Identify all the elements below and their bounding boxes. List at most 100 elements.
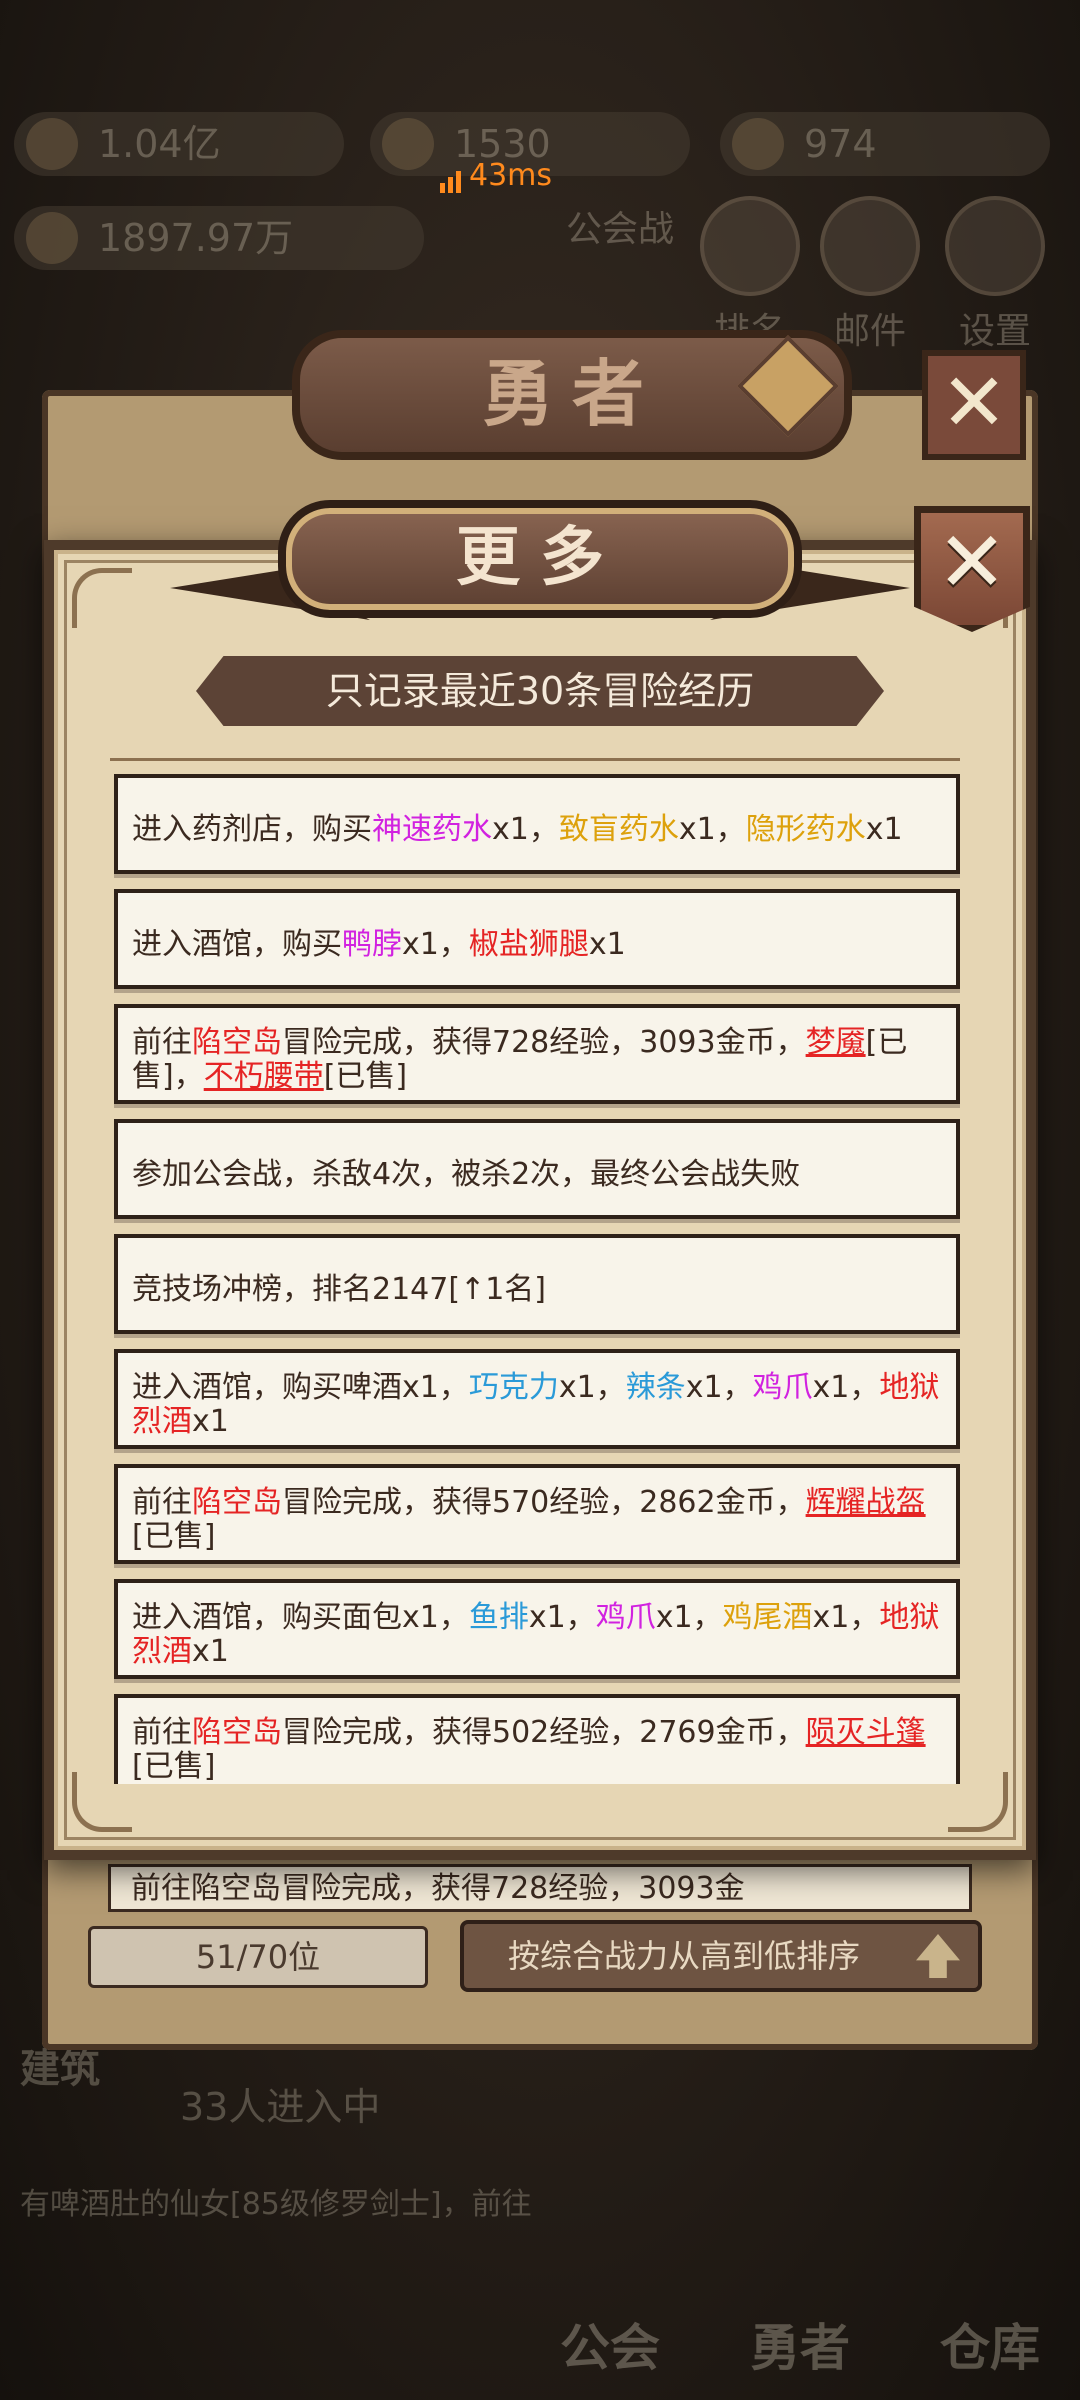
highlighted-item-name: 鱼排: [468, 1600, 529, 1635]
hero-panel-close-button[interactable]: ✕: [922, 350, 1026, 460]
corner-ornament: [72, 568, 132, 628]
log-entry-text: 进入药剂店，购买神速药水x1，致盲药水x1，隐形药水x1: [132, 813, 942, 847]
signal-bars-icon: [440, 171, 461, 193]
log-text-segment: 进入酒馆，购买面包x1，: [132, 1600, 469, 1635]
arrow-up-icon: [916, 1934, 960, 1978]
log-entry-text: 前往陷空岛冒险完成，获得502经验，2769金币，陨灭斗篷 [已售]: [132, 1716, 942, 1784]
log-text-segment: x1，: [678, 812, 746, 847]
nav-warehouse[interactable]: 仓库: [940, 2308, 1040, 2380]
log-text-segment: x1: [192, 1634, 229, 1669]
log-entry-text: 进入酒馆，购买啤酒x1，巧克力x1，辣条x1，鸡爪x1，地狱烈酒x1: [132, 1371, 942, 1439]
gear-icon: [945, 196, 1045, 296]
log-text-segment: [已售]: [132, 1519, 216, 1554]
log-text-segment: x1，: [402, 927, 469, 962]
highlighted-item-name[interactable]: 辉耀战盔: [806, 1485, 926, 1520]
power-counter: 1897.97万: [14, 206, 424, 270]
bottom-nav: 公会 勇者 仓库: [0, 2060, 1080, 2400]
mail-button[interactable]: 邮件: [810, 196, 930, 354]
guild-war-label: 公会战: [565, 209, 674, 250]
log-text-segment: x1，: [655, 1600, 723, 1635]
highlighted-item-name: 陷空岛: [192, 1485, 282, 1520]
highlighted-item-name[interactable]: 梦魇: [806, 1025, 866, 1060]
sort-button[interactable]: 按综合战力从高到低排序: [460, 1920, 982, 1992]
list-bottom-edge: [112, 1784, 962, 1790]
highlighted-item-name: 辣条: [625, 1370, 686, 1405]
power-icon: [26, 212, 78, 264]
log-text-segment: 冒险完成，获得728经验，3093金币，: [282, 1025, 806, 1060]
log-entry: 进入酒馆，购买啤酒x1，巧克力x1，辣条x1，鸡爪x1，地狱烈酒x1: [114, 1349, 960, 1449]
log-entry: 进入酒馆，购买面包x1，鱼排x1，鸡爪x1，鸡尾酒x1，地狱烈酒x1: [114, 1579, 960, 1679]
close-icon: ✕: [936, 513, 1008, 611]
highlighted-item-name: 鸭脖: [342, 927, 402, 962]
log-text-segment: 进入药剂店，购买: [132, 812, 372, 847]
log-text-segment: x1，: [528, 1600, 596, 1635]
highlighted-item-name: 巧克力: [468, 1370, 559, 1405]
rank-position: 51/70位: [88, 1926, 428, 1988]
power-value: 1897.97万: [98, 216, 294, 260]
log-text-segment: 前往: [132, 1485, 192, 1520]
log-entry-text: 竞技场冲榜，排名2147[↑1名]: [132, 1273, 942, 1307]
adventure-log-list[interactable]: 进入药剂店，购买神速药水x1，致盲药水x1，隐形药水x1 进入酒馆，购买鸭脖x1，…: [112, 774, 962, 1784]
log-text-segment: 竞技场冲榜，排名2147[↑1名]: [132, 1272, 546, 1307]
settings-button[interactable]: 设置: [935, 196, 1055, 354]
highlighted-item-name: 陷空岛: [192, 1715, 282, 1750]
log-entry: 前往陷空岛冒险完成，获得502经验，2769金币，陨灭斗篷 [已售]: [114, 1694, 960, 1784]
nav-hero[interactable]: 勇者: [750, 2308, 850, 2380]
dialog-title: 更多: [278, 500, 802, 618]
log-entry: 进入酒馆，购买鸭脖x1，椒盐狮腿x1: [114, 889, 960, 989]
network-ping: 43ms: [440, 158, 552, 193]
log-entry-text: 进入酒馆，购买面包x1，鱼排x1，鸡爪x1，鸡尾酒x1，地狱烈酒x1: [132, 1601, 942, 1669]
sort-label: 按综合战力从高到低排序: [508, 1937, 861, 1975]
highlighted-item-name: 隐形药水: [745, 812, 866, 847]
log-entry: 前往陷空岛冒险完成，获得570经验，2862金币，辉耀战盔 [已售]: [114, 1464, 960, 1564]
stamina-icon: [732, 118, 784, 170]
log-entry-text: 进入酒馆，购买鸭脖x1，椒盐狮腿x1: [132, 928, 942, 962]
highlighted-item-name: 陷空岛: [192, 1025, 282, 1060]
log-text-segment: 进入酒馆，购买啤酒x1，: [132, 1370, 469, 1405]
log-entry: 参加公会战，杀敌4次，被杀2次，最终公会战失败: [114, 1119, 960, 1219]
highlighted-item-name: 致盲药水: [558, 812, 679, 847]
log-text-segment: x1，: [812, 1370, 880, 1405]
log-text-segment: x1，: [492, 812, 559, 847]
hero-log-peek-row: 前往陷空岛冒险完成，获得728经验，3093金: [108, 1864, 972, 1912]
log-limit-banner: 只记录最近30条冒险经历: [196, 656, 884, 726]
mail-icon: [820, 196, 920, 296]
close-button[interactable]: ✕: [914, 506, 1030, 632]
log-text-segment: x1: [588, 927, 626, 962]
highlighted-item-name[interactable]: 不朽腰带: [204, 1059, 324, 1094]
settings-label: 设置: [958, 311, 1031, 352]
log-text-segment: x1，: [812, 1600, 880, 1635]
log-text-segment: 冒险完成，获得570经验，2862金币，: [282, 1485, 806, 1520]
divider: [110, 758, 960, 761]
coin-icon: [26, 118, 78, 170]
nav-guild[interactable]: 公会: [560, 2308, 660, 2380]
log-text-segment: 前往: [132, 1025, 192, 1060]
stamina-counter: 974: [720, 112, 1050, 176]
highlighted-item-name[interactable]: 陨灭斗篷: [806, 1715, 926, 1750]
log-text-segment: [已售]: [323, 1059, 408, 1094]
log-text-segment: x1: [192, 1404, 229, 1439]
highlighted-item-name: 神速药水: [372, 812, 492, 847]
log-text-segment: [已售]: [132, 1749, 216, 1784]
gold-counter: 1.04亿: [14, 112, 344, 176]
nav-guild-label: 公会: [560, 2319, 660, 2377]
guild-war-button[interactable]: 公会战: [560, 200, 680, 252]
highlighted-item-name: 鸡爪: [752, 1370, 813, 1405]
log-text-segment: 进入酒馆，购买: [132, 927, 342, 962]
log-text-segment: x1，: [558, 1370, 626, 1405]
log-text-segment: 参加公会战，杀敌4次，被杀2次，最终公会战失败: [132, 1157, 801, 1192]
nav-hero-label: 勇者: [750, 2319, 850, 2377]
highlighted-item-name: 鸡爪: [595, 1600, 656, 1635]
log-entry: 竞技场冲榜，排名2147[↑1名]: [114, 1234, 960, 1334]
gold-value: 1.04亿: [98, 122, 221, 166]
log-entry-text: 参加公会战，杀敌4次，被杀2次，最终公会战失败: [132, 1158, 942, 1192]
highlighted-item-name: 鸡尾酒: [722, 1600, 813, 1635]
mail-label: 邮件: [833, 311, 906, 352]
highlighted-item-name: 椒盐狮腿: [468, 927, 589, 962]
log-entry: 进入药剂店，购买神速药水x1，致盲药水x1，隐形药水x1: [114, 774, 960, 874]
rank-icon: [700, 196, 800, 296]
log-text-segment: 冒险完成，获得502经验，2769金币，: [282, 1715, 806, 1750]
log-entry-text: 前往陷空岛冒险完成，获得570经验，2862金币，辉耀战盔 [已售]: [132, 1486, 942, 1554]
log-text-segment: 前往: [132, 1715, 192, 1750]
log-text-segment: x1，: [685, 1370, 753, 1405]
